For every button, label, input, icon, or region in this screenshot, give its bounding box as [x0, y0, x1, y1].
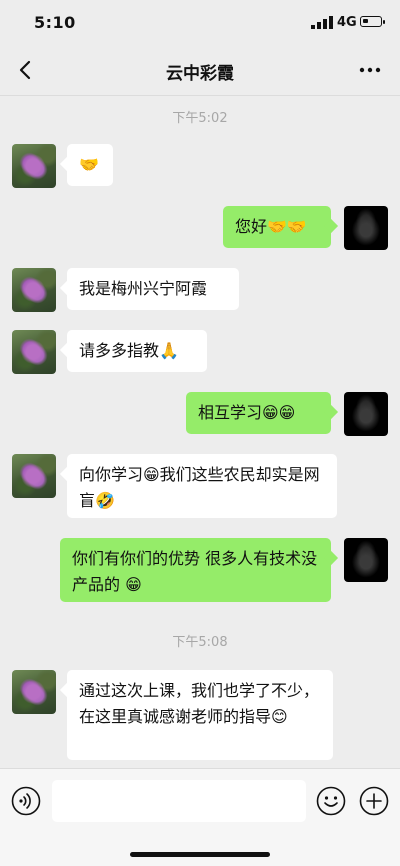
timestamp: 下午5:08 [172, 635, 228, 650]
message-bubble[interactable]: 向你学习😁我们这些农民却实是网盲🤣 [67, 454, 337, 518]
message-bubble[interactable]: 您好🤝🤝 [223, 206, 331, 248]
contact-avatar[interactable] [12, 268, 56, 312]
emoji-icon[interactable] [316, 786, 346, 816]
timestamp: 下午5:02 [172, 111, 228, 126]
message-text: 相互学习😁😁 [198, 403, 296, 422]
contact-avatar[interactable] [12, 330, 56, 374]
message-bubble[interactable]: 相互学习😁😁 [186, 392, 331, 434]
message-bubble[interactable]: 你们有你们的优势 很多人有技术没产品的 😁 [60, 538, 331, 602]
nav-bar: 云中彩霞 [0, 46, 400, 96]
network-type: 4G [337, 15, 357, 30]
message-bubble[interactable]: 请多多指教🙏 [67, 330, 207, 372]
signal-icon [311, 16, 333, 29]
contact-avatar[interactable] [12, 454, 56, 498]
message-text: 我是梅州兴宁阿霞 [79, 279, 208, 298]
plus-icon[interactable] [359, 786, 389, 816]
battery-icon [360, 16, 385, 27]
my-avatar[interactable] [344, 538, 388, 582]
message-input[interactable] [52, 780, 306, 822]
message-bubble[interactable]: 我是梅州兴宁阿霞 [67, 268, 239, 310]
message-bubble[interactable]: 🤝 [67, 144, 113, 186]
contact-avatar[interactable] [12, 144, 56, 188]
message-text: 请多多指教🙏 [79, 341, 179, 360]
my-avatar[interactable] [344, 392, 388, 436]
home-indicator [130, 852, 270, 857]
message-text: 通过这次上课，我们也学了不少，在这里真诚感谢老师的指导😊 [79, 681, 320, 726]
message-text: 向你学习😁我们这些农民却实是网盲🤣 [79, 465, 320, 510]
status-bar: 5:10 4G [0, 0, 400, 46]
my-avatar[interactable] [344, 206, 388, 250]
message-text: 您好🤝🤝 [235, 217, 307, 236]
contact-avatar[interactable] [12, 670, 56, 714]
chat-area[interactable]: 下午5:02 🤝 您好🤝🤝 我是梅州兴宁阿霞 请多多指教🙏 相互学习😁😁 向你学… [0, 96, 400, 768]
more-icon[interactable] [358, 66, 382, 74]
message-text: 你们有你们的优势 很多人有技术没产品的 😁 [72, 549, 318, 594]
voice-icon[interactable] [11, 786, 41, 816]
chat-title: 云中彩霞 [166, 64, 234, 84]
status-time: 5:10 [34, 13, 76, 32]
message-bubble[interactable]: 通过这次上课，我们也学了不少，在这里真诚感谢老师的指导😊 [67, 670, 333, 760]
message-text: 🤝 [79, 155, 99, 174]
